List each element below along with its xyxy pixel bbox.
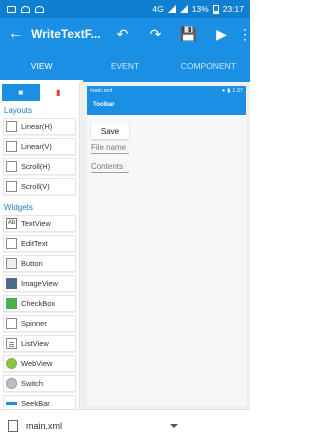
battery-icon [212,4,219,14]
tab-view[interactable]: VIEW [0,50,84,82]
preview-save-button[interactable]: Save [91,123,129,139]
layouts-header: Layouts [4,106,33,115]
back-arrow-icon[interactable]: ← [0,25,31,43]
palette-item-spinner[interactable]: Spinner [3,315,76,332]
preview-toolbar: Toolbar [87,95,246,115]
palette-tab-widgets[interactable]: ■ [2,84,40,101]
preview-battery-icon: ▮ [227,87,231,94]
seekbar-icon [6,402,17,405]
headphones-icon [21,5,30,13]
listview-icon [6,338,17,349]
network-type: 4G [152,4,164,14]
palette-item-linear-h[interactable]: Linear(H) [3,118,76,135]
dropdown-arrow-icon[interactable] [170,423,178,428]
preview-contents-field[interactable]: Contents [91,162,129,173]
palette-item-checkbox[interactable]: CheckBox [3,295,76,312]
button-icon [6,258,17,269]
checkbox-icon [6,298,17,309]
palette-item-listview[interactable]: ListView [3,335,76,352]
palette-item-edittext[interactable]: EditText [3,235,76,252]
tab-bar: VIEW EVENT COMPONENT [0,50,250,82]
palette-item-imageview[interactable]: ImageView [3,275,76,292]
save-icon[interactable]: 💾 [172,26,205,43]
bottom-bar: main.xml [0,409,250,441]
webview-icon [6,358,17,369]
status-bar: 4G 13% 23:17 [0,0,250,18]
run-icon[interactable]: ▶ [205,26,238,43]
notification-icon [7,5,16,13]
palette-item-webview[interactable]: WebView [3,355,76,372]
file-icon [8,419,18,432]
preview-toolbar-title: Toolbar [93,102,115,108]
widget-palette: ■ ▮ Layouts Linear(H) Linear(V) Scroll(H… [0,82,80,409]
status-time: 23:17 [222,4,244,14]
imageview-icon [6,278,17,289]
signal-icon-2 [179,5,188,13]
undo-icon[interactable]: ↶ [106,26,139,43]
app-title: WriteTextF... [31,27,101,41]
phone-preview: main.xml ● ▮ 1:37 Toolbar Save File name… [87,86,246,406]
tab-event[interactable]: EVENT [83,50,166,82]
palette-item-button[interactable]: Button [3,255,76,272]
palette-item-textview[interactable]: Ab TextView [3,215,76,232]
redo-icon[interactable]: ↷ [139,26,172,43]
current-file[interactable]: main.xml [26,421,62,431]
scroll-v-icon [6,181,17,192]
widgets-header: Widgets [4,203,33,212]
palette-item-linear-v[interactable]: Linear(V) [3,138,76,155]
preview-wifi-icon: ● [221,87,226,94]
tab-component[interactable]: COMPONENT [167,50,250,82]
textview-icon: Ab [6,218,17,229]
signal-icon [167,5,176,13]
preview-file-name: main.xml [90,87,113,94]
palette-item-scroll-h[interactable]: Scroll(H) [3,158,76,175]
switch-icon [6,378,17,389]
scroll-h-icon [6,161,17,172]
preview-time: 1:37 [232,87,243,94]
widgets-tab-icon: ■ [18,88,24,97]
edittext-icon [6,238,17,249]
battery-percent: 13% [191,4,209,14]
app-bar: ← WriteTextF... ↶ ↷ 💾 ▶ ⋮ [0,18,252,50]
linear-v-icon [6,141,17,152]
wifi-icon [35,5,44,13]
preview-filename-field[interactable]: File name [91,143,129,154]
preview-status-bar: main.xml ● ▮ 1:37 [87,86,246,95]
palette-item-switch[interactable]: Switch [3,375,76,392]
linear-h-icon [6,121,17,132]
spinner-icon [6,318,17,329]
bookmark-icon: ▮ [56,88,61,97]
palette-item-seekbar[interactable]: SeekBar [3,395,76,409]
more-vert-icon[interactable]: ⋮ [238,26,252,43]
palette-tab-bookmark[interactable]: ▮ [40,84,78,101]
palette-item-scroll-v[interactable]: Scroll(V) [3,178,76,195]
